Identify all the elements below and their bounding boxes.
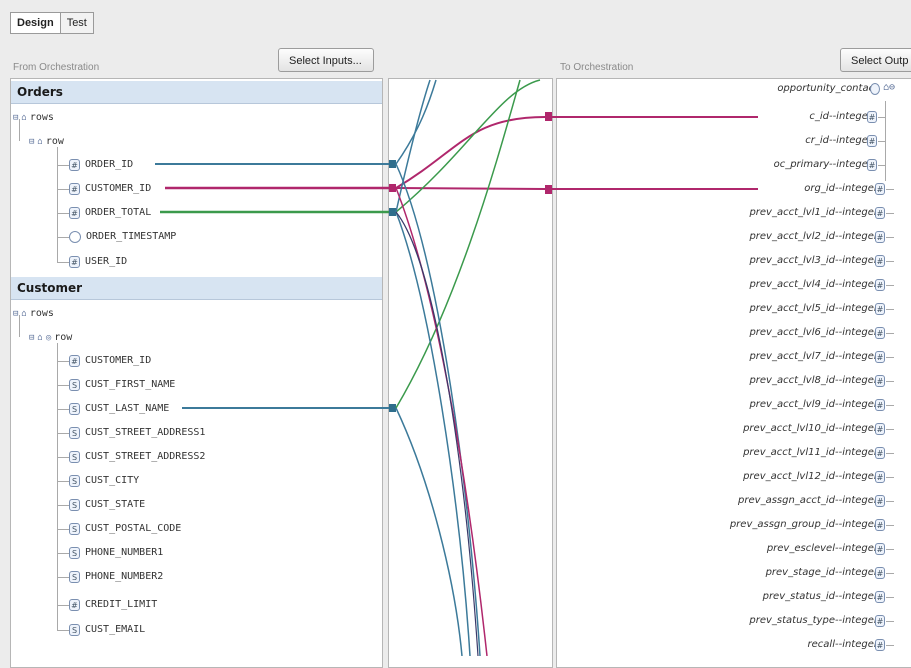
map-curve [395,79,541,213]
connector-marker [389,160,396,168]
map-curve [395,211,479,656]
mapping-lines [155,79,758,656]
map-curve [395,79,431,213]
map-curve [395,163,481,656]
map-curve [395,187,488,656]
connector-marker [389,404,396,412]
connector-marker [545,112,552,121]
map-curve [395,116,546,189]
map-curve [395,187,546,190]
map-curve [395,79,437,165]
connector-marker [389,184,396,192]
connector-marker [545,185,552,194]
map-curve [395,407,463,656]
connector-marker [389,208,396,216]
